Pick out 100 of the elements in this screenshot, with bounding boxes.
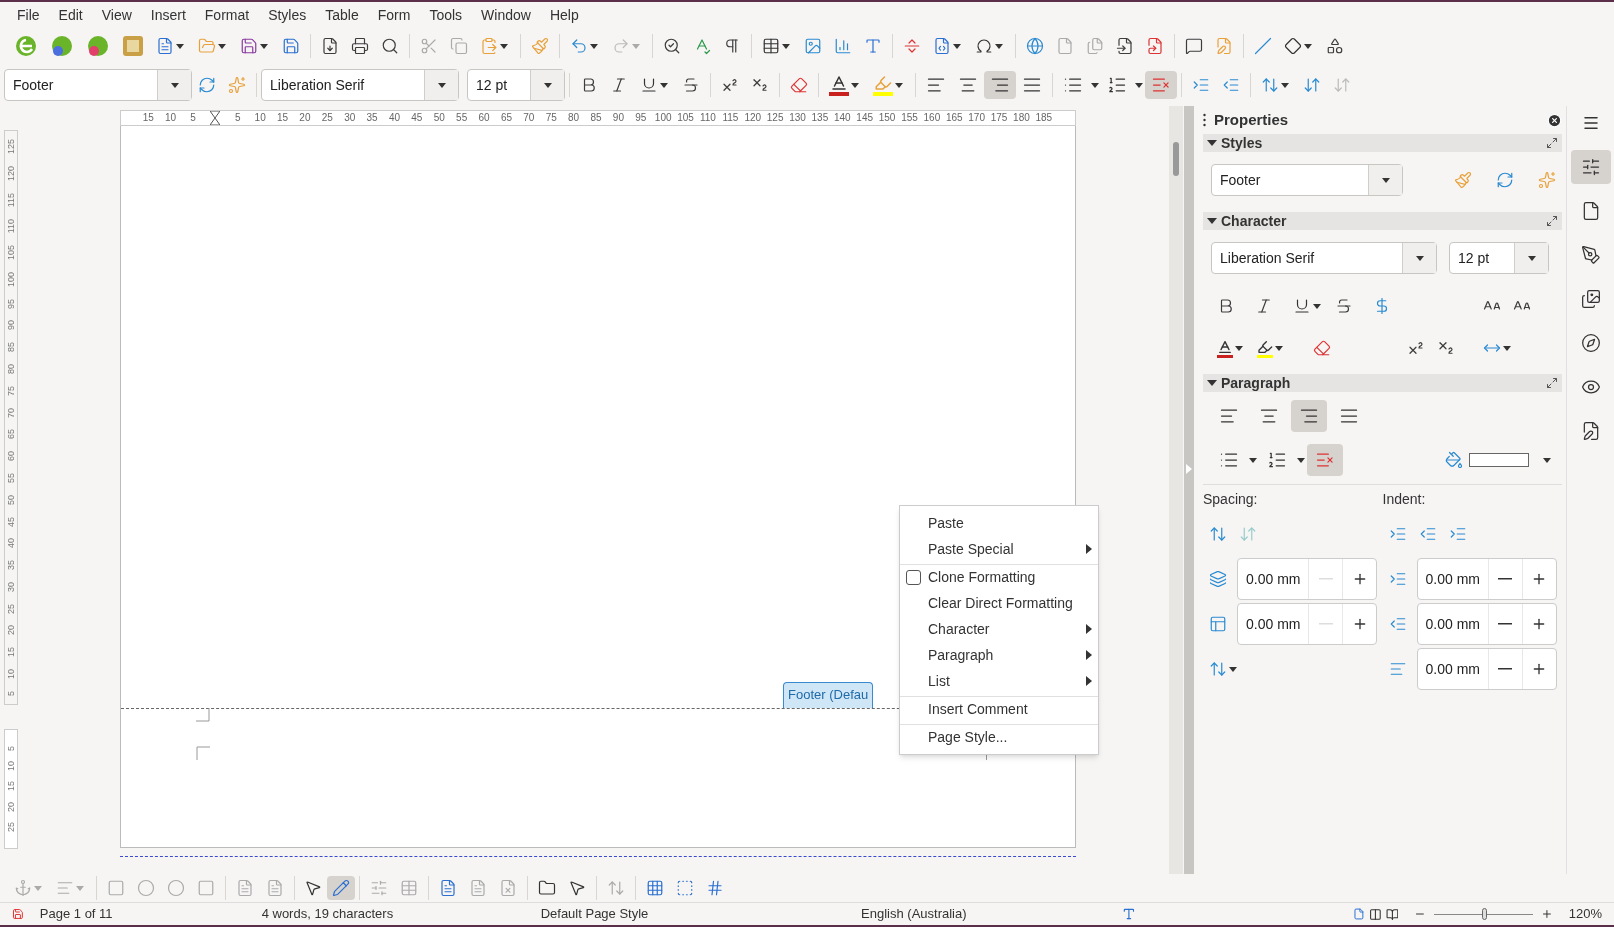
subscript-icon[interactable] [751,76,769,94]
menu-bar-item[interactable]: Window [472,4,540,26]
spin-field[interactable]: 0.00 mm [1416,648,1557,690]
menu-item[interactable]: Insert Comment [900,696,1098,722]
style-combo[interactable]: Footer [1211,164,1404,196]
indent-marker-icon[interactable] [210,111,221,125]
expander-icon[interactable] [1207,139,1217,147]
italic-icon[interactable] [1255,297,1273,315]
menu-bar-item[interactable]: Insert [141,4,195,26]
menu-bar-item[interactable]: File [8,4,49,26]
caret-icon[interactable] [1281,82,1289,88]
find-replace-icon[interactable] [663,37,681,55]
zoom-thumb[interactable] [1481,908,1487,920]
page-break-icon[interactable] [903,37,921,55]
menu-item[interactable]: Clone Formatting [900,564,1098,590]
strikethrough-icon[interactable] [682,76,700,94]
align-right-button[interactable] [1291,400,1327,432]
caret-icon[interactable] [1249,457,1257,463]
horizontal-ruler[interactable]: 15 10 5 5 10 15 20 25 30 35 40 45 50 55 60 65 70 75 80 85 90 95 100 105 110 115 120 125 130 135 140 145 150 155 160 165 170 175 180 185 [120,110,1076,126]
clear-formatting-icon[interactable] [1313,339,1331,357]
save-icon[interactable] [240,37,258,55]
frame-properties-icon[interactable] [439,879,457,897]
image-icon[interactable] [804,37,822,55]
font-name-combo[interactable]: Liberation Serif [261,69,459,101]
single-page-view-icon[interactable] [1353,908,1365,920]
expander-icon[interactable] [1207,217,1217,225]
spin-field[interactable]: 0.00 mm [1237,603,1377,645]
field-icon[interactable] [933,37,951,55]
background-fill-icon[interactable] [1445,451,1463,469]
vertical-scrollbar[interactable] [1169,106,1183,874]
grip-icon[interactable] [1203,113,1206,127]
caret-icon[interactable] [953,43,961,49]
spin-field[interactable]: 0.00 mm [1237,558,1377,600]
menu-item[interactable]: Page Style... [900,724,1098,750]
strikethrough-icon[interactable] [1335,297,1353,315]
caret-icon[interactable] [1091,82,1099,88]
menu-item[interactable]: Paste [900,510,1098,536]
footer-tab[interactable]: Footer (Defau [783,682,874,708]
caret-icon[interactable] [1304,43,1312,49]
zoom-in-icon[interactable] [1540,908,1553,920]
highlight-icon[interactable] [1257,338,1273,358]
multi-page-view-icon[interactable] [1368,907,1382,921]
paragraph-style-combo[interactable]: Footer [4,69,192,101]
expander-icon[interactable] [1207,379,1217,387]
insert-mode-icon[interactable] [1122,907,1137,921]
menu-icon[interactable] [1581,114,1600,132]
menu-bar-item[interactable]: Table [316,4,368,26]
section-header[interactable]: Character [1203,212,1562,230]
caret-icon[interactable] [1381,177,1390,183]
menu-bar-item[interactable]: Tools [420,4,472,26]
close-icon[interactable] [1547,112,1562,128]
caret-icon[interactable] [1415,255,1424,261]
special-character-icon[interactable] [975,37,993,55]
hyperlink-icon[interactable] [1026,37,1044,55]
subscript-icon[interactable] [1437,339,1455,357]
italic-icon[interactable] [610,76,628,94]
more-options-icon[interactable] [1546,137,1558,149]
clear-formatting-icon[interactable] [790,76,808,94]
underline-icon[interactable] [1293,297,1311,315]
caret-icon[interactable] [660,82,668,88]
shapes-icon[interactable] [1326,37,1344,55]
font-color-icon[interactable] [1217,338,1233,358]
superscript-icon[interactable] [721,76,739,94]
caret-icon[interactable] [260,43,268,49]
menu-item[interactable]: Paragraph [900,642,1098,668]
print-icon[interactable] [351,37,369,55]
caret-icon[interactable] [176,43,184,49]
menu-bar-item[interactable]: Styles [259,4,316,26]
diamond-icon[interactable] [1284,37,1302,55]
caret-icon[interactable] [995,43,1003,49]
caret-icon[interactable] [851,82,859,88]
caret-icon[interactable] [1543,457,1551,463]
menu-bar-item[interactable]: Edit [49,4,92,26]
menu-item[interactable]: List [900,668,1098,694]
section-header[interactable]: Styles [1203,134,1562,152]
caret-icon[interactable] [895,82,903,88]
update-style-icon[interactable] [1496,171,1514,189]
spin-field[interactable]: 0.00 mm [1416,603,1557,645]
menu-item[interactable]: Character [900,616,1098,642]
table-icon[interactable] [762,37,780,55]
caret-icon[interactable] [1275,345,1283,351]
export-pdf-icon[interactable] [321,37,339,55]
caret-icon[interactable] [1235,345,1243,351]
caret-icon[interactable] [1527,255,1536,261]
grid-icon[interactable] [646,879,664,897]
caret-icon[interactable] [500,43,508,49]
snap-grid-icon[interactable] [676,879,694,897]
section-header[interactable]: Paragraph [1203,374,1562,392]
caret-icon[interactable] [1313,303,1321,309]
font-size-combo[interactable]: 12 pt [467,69,565,101]
caret-icon[interactable] [543,82,552,88]
checkbox[interactable] [906,570,921,585]
caret-icon[interactable] [1135,82,1143,88]
menu-item[interactable]: Paste Special [900,536,1098,562]
more-options-icon[interactable] [1546,215,1558,227]
folder-icon[interactable] [538,879,556,897]
chart-icon[interactable] [834,37,852,55]
print-preview-icon[interactable] [381,37,399,55]
color-swatch[interactable] [1469,453,1529,467]
caret-icon[interactable] [590,43,598,49]
